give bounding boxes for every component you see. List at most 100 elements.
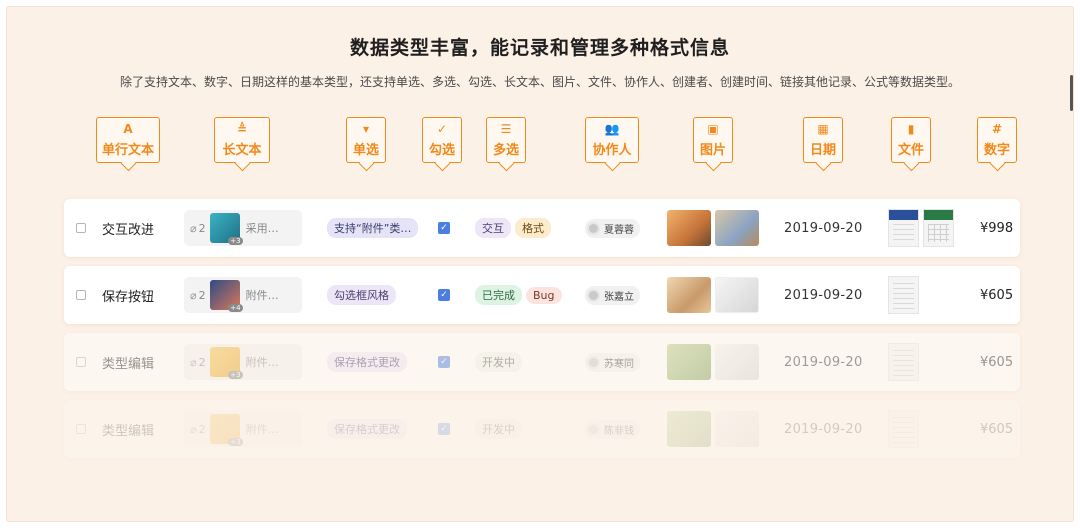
row-select-checkbox[interactable] xyxy=(76,223,86,233)
avatar xyxy=(587,422,600,436)
row-select-checkbox[interactable] xyxy=(76,290,86,300)
attachment-count: 2 xyxy=(198,355,206,369)
number-value: ¥605 xyxy=(980,287,1014,303)
table-row[interactable]: 保存按钮 ⌀ 2 +4 附件… 勾选框风格 ✓ 已完成 Bug 张嘉立 2019… xyxy=(64,266,1020,324)
field-type-collaborator: 👥 协作人 xyxy=(585,117,639,163)
image-thumbnail[interactable] xyxy=(715,344,759,380)
number-value: ¥605 xyxy=(980,354,1014,370)
long-text-icon: ≜ xyxy=(236,122,248,136)
word-file-icon[interactable] xyxy=(888,209,919,247)
row-select-checkbox[interactable] xyxy=(76,424,86,434)
image-thumbnail[interactable] xyxy=(667,210,711,246)
attachment-cell[interactable]: ⌀ 2 +3 附件… xyxy=(184,344,302,380)
attachment-extra-count: +3 xyxy=(228,237,243,245)
single-select-pill: 支持“附件”类… xyxy=(327,218,419,238)
attachment-cell[interactable]: ⌀ 2 +4 附件… xyxy=(184,277,302,313)
field-type-label: 勾选 xyxy=(428,143,455,158)
excel-file-icon[interactable] xyxy=(923,209,954,247)
long-text-preview: 附件… xyxy=(245,356,279,369)
multi-select-pill: 交互 xyxy=(475,218,511,238)
document-file-icon[interactable] xyxy=(888,343,919,381)
date-value: 2019-09-20 xyxy=(784,220,863,236)
image-thumbnail[interactable] xyxy=(667,277,711,313)
multi-select-pill: Bug xyxy=(526,286,562,304)
text-icon: A xyxy=(123,122,133,136)
attachment-cell[interactable]: ⌀ 2 +3 附件… xyxy=(184,411,302,447)
table-row[interactable]: 类型编辑 ⌀ 2 +3 附件… 保存格式更改 ✓ 开发中 陈非钱 2019-09… xyxy=(64,400,1020,458)
multi-select-pill: 格式 xyxy=(515,218,551,238)
scrollbar-thumb[interactable] xyxy=(1070,75,1073,111)
collaborator-name: 张嘉立 xyxy=(604,291,634,303)
attachment-thumbnail: +3 xyxy=(209,347,243,379)
image-thumbnail[interactable] xyxy=(667,411,711,447)
row-name: 保存按钮 xyxy=(102,289,155,305)
number-value: ¥998 xyxy=(980,220,1014,236)
checkbox-icon: ✓ xyxy=(436,122,448,136)
table-row[interactable]: 类型编辑 ⌀ 2 +3 附件… 保存格式更改 ✓ 开发中 苏寒同 2019-09… xyxy=(64,333,1020,391)
collaborator-name: 夏蓉蓉 xyxy=(604,224,634,236)
paperclip-icon: ⌀ xyxy=(190,422,197,436)
field-type-number: # 数字 xyxy=(977,117,1017,163)
attachment-thumbnail: +3 xyxy=(209,414,243,446)
checked-checkbox[interactable]: ✓ xyxy=(438,423,450,435)
attachment-count: 2 xyxy=(198,221,206,235)
feature-canvas: 数据类型丰富，能记录和管理多种格式信息 除了支持文本、数字、日期这样的基本类型，… xyxy=(6,6,1074,522)
file-icon: ▮ xyxy=(907,122,915,136)
avatar xyxy=(587,355,600,369)
image-thumbnail[interactable] xyxy=(715,210,759,246)
attachment-cell[interactable]: ⌀ 2 +3 采用… xyxy=(184,210,302,246)
multi-select-pill: 开发中 xyxy=(475,352,522,372)
row-name: 类型编辑 xyxy=(102,356,155,372)
row-name: 交互改进 xyxy=(102,222,155,238)
single-select-pill: 保存格式更改 xyxy=(327,419,407,439)
paperclip-icon: ⌀ xyxy=(190,288,197,302)
date-value: 2019-09-20 xyxy=(784,287,863,303)
long-text-preview: 采用… xyxy=(245,222,279,235)
field-type-label: 长文本 xyxy=(222,143,262,158)
image-thumbnail[interactable] xyxy=(667,344,711,380)
attachment-extra-count: +4 xyxy=(228,304,243,312)
number-value: ¥605 xyxy=(980,421,1014,437)
checked-checkbox[interactable]: ✓ xyxy=(438,356,450,368)
image-thumbnail[interactable] xyxy=(715,411,759,447)
collaborator-name: 陈非钱 xyxy=(604,425,634,437)
document-file-icon[interactable] xyxy=(888,276,919,314)
single-select-pill: 勾选框风格 xyxy=(327,285,396,305)
field-type-image: ▣ 图片 xyxy=(693,117,733,163)
date-value: 2019-09-20 xyxy=(784,354,863,370)
row-select-checkbox[interactable] xyxy=(76,357,86,367)
image-thumbnail[interactable] xyxy=(715,277,759,313)
field-type-text: A 单行文本 xyxy=(96,117,160,163)
page-subtitle: 除了支持文本、数字、日期这样的基本类型，还支持单选、多选、勾选、长文本、图片、文… xyxy=(119,75,960,89)
collaborator-name: 苏寒同 xyxy=(604,358,634,370)
field-type-single-select: ▾ 单选 xyxy=(346,117,386,163)
collaborator-chip[interactable]: 苏寒同 xyxy=(585,352,640,372)
multi-select-pill: 开发中 xyxy=(475,419,522,439)
field-type-label: 日期 xyxy=(809,143,836,158)
collaborator-chip[interactable]: 夏蓉蓉 xyxy=(585,218,640,238)
long-text-preview: 附件… xyxy=(245,423,279,436)
single-select-pill: 保存格式更改 xyxy=(327,352,407,372)
page-title: 数据类型丰富，能记录和管理多种格式信息 xyxy=(349,37,730,59)
attachment-extra-count: +3 xyxy=(228,438,243,446)
collaborator-chip[interactable]: 张嘉立 xyxy=(585,285,640,305)
single-select-icon: ▾ xyxy=(362,122,370,136)
multi-select-icon: ☰ xyxy=(500,122,512,136)
field-type-label: 图片 xyxy=(699,143,726,158)
attachment-count: 2 xyxy=(198,422,206,436)
field-type-date: ▦ 日期 xyxy=(803,117,843,163)
field-type-label: 文件 xyxy=(897,143,924,158)
collaborator-chip[interactable]: 陈非钱 xyxy=(585,419,640,439)
paperclip-icon: ⌀ xyxy=(190,221,197,235)
document-file-icon[interactable] xyxy=(888,410,919,448)
date-value: 2019-09-20 xyxy=(784,421,863,437)
field-type-label: 多选 xyxy=(492,143,519,158)
checked-checkbox[interactable]: ✓ xyxy=(438,222,450,234)
field-type-label: 协作人 xyxy=(592,143,632,158)
field-type-label: 单行文本 xyxy=(101,143,154,158)
calendar-icon: ▦ xyxy=(817,122,829,136)
checked-checkbox[interactable]: ✓ xyxy=(438,289,450,301)
field-type-label: 数字 xyxy=(983,143,1010,158)
field-type-file: ▮ 文件 xyxy=(891,117,931,163)
table-row[interactable]: 交互改进 ⌀ 2 +3 采用… 支持“附件”类… ✓ 交互 格式 夏蓉蓉 201… xyxy=(64,199,1020,257)
